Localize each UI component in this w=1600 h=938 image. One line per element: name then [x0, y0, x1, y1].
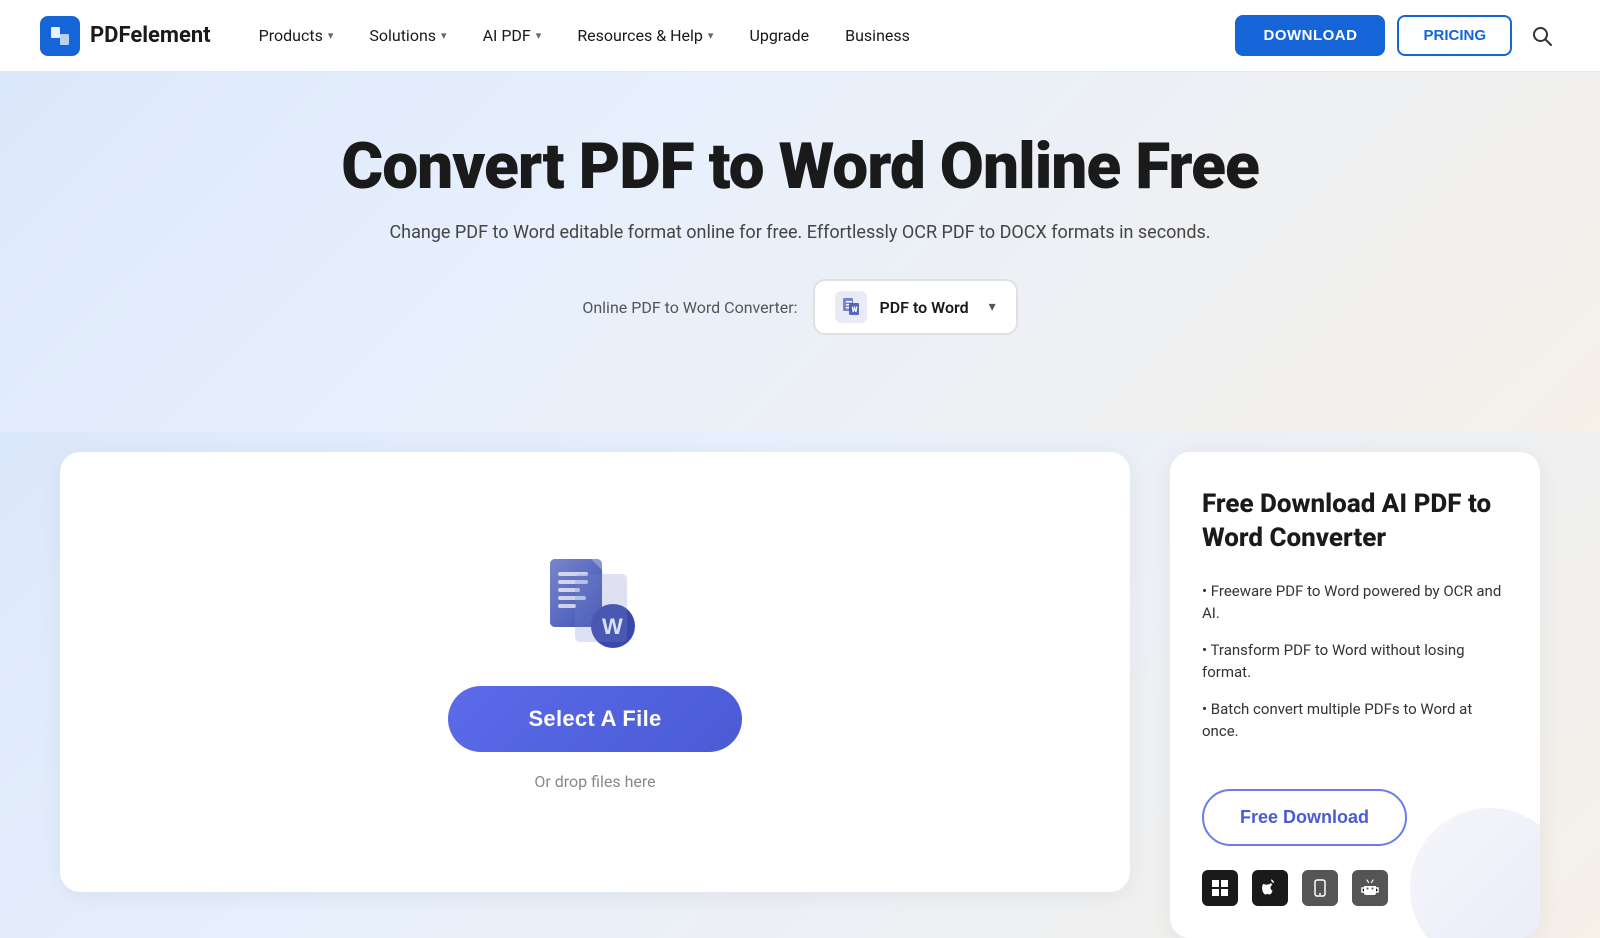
side-card-title: Free Download AI PDF to Word Converter: [1202, 488, 1508, 556]
nav-label-business: Business: [845, 26, 910, 45]
nav-item-business[interactable]: Business: [829, 18, 926, 53]
side-card: Free Download AI PDF to Word Converter F…: [1170, 452, 1540, 938]
chevron-down-icon: ▾: [441, 29, 447, 42]
pdf-word-icon: W: [545, 554, 645, 654]
chevron-down-icon: ▾: [536, 29, 542, 42]
svg-text:W: W: [852, 306, 858, 314]
download-button[interactable]: DOWNLOAD: [1235, 15, 1385, 56]
drop-hint: Or drop files here: [534, 772, 655, 791]
nav-label-upgrade: Upgrade: [749, 26, 809, 45]
search-button[interactable]: [1524, 18, 1560, 54]
ios-icon[interactable]: [1302, 870, 1338, 906]
converter-dropdown[interactable]: W PDF to Word ▾: [813, 279, 1017, 335]
hero-section: Convert PDF to Word Online Free Change P…: [0, 72, 1600, 432]
nav-item-resources[interactable]: Resources & Help ▾: [561, 18, 729, 53]
feature-item-1: Freeware PDF to Word powered by OCR and …: [1202, 580, 1508, 625]
nav-item-products[interactable]: Products ▾: [243, 18, 350, 53]
windows-icon[interactable]: [1202, 870, 1238, 906]
side-panel: Free Download AI PDF to Word Converter F…: [1150, 432, 1540, 938]
nav-label-resources: Resources & Help: [577, 26, 703, 45]
free-download-button[interactable]: Free Download: [1202, 789, 1407, 846]
nav-label-solutions: Solutions: [369, 26, 436, 45]
logo-text: PDFelement: [90, 23, 211, 48]
feature-item-2: Transform PDF to Word without losing for…: [1202, 639, 1508, 684]
converter-chevron-icon: ▾: [989, 299, 996, 315]
select-file-button[interactable]: Select A File: [448, 686, 741, 752]
side-card-decoration: [1410, 808, 1540, 938]
nav-items: Products ▾ Solutions ▾ AI PDF ▾ Resource…: [243, 18, 1236, 53]
logo[interactable]: F PDFelement: [40, 16, 211, 56]
navbar: F PDFelement Products ▾ Solutions ▾ AI P…: [0, 0, 1600, 72]
nav-item-aipdf[interactable]: AI PDF ▾: [467, 18, 558, 53]
nav-item-solutions[interactable]: Solutions ▾: [353, 18, 462, 53]
nav-label-products: Products: [259, 26, 323, 45]
converter-option: PDF to Word: [879, 298, 968, 317]
pricing-button[interactable]: PRICING: [1397, 15, 1512, 56]
android-icon[interactable]: [1352, 870, 1388, 906]
feature-item-3: Batch convert multiple PDFs to Word at o…: [1202, 698, 1508, 743]
nav-item-upgrade[interactable]: Upgrade: [733, 18, 825, 53]
main-content: W Select A File Or drop files here Fr: [0, 432, 1600, 938]
feature-list: Freeware PDF to Word powered by OCR and …: [1202, 580, 1508, 757]
hero-subtitle: Change PDF to Word editable format onlin…: [40, 222, 1560, 243]
nav-label-aipdf: AI PDF: [483, 26, 531, 45]
apple-icon[interactable]: [1252, 870, 1288, 906]
logo-icon: F: [40, 16, 80, 56]
nav-right: DOWNLOAD PRICING: [1235, 15, 1560, 56]
svg-text:F: F: [53, 38, 58, 47]
chevron-down-icon: ▾: [708, 29, 714, 42]
converter-label: Online PDF to Word Converter:: [582, 298, 797, 317]
chevron-down-icon: ▾: [328, 29, 334, 42]
drop-zone-wrap: W Select A File Or drop files here: [60, 432, 1150, 938]
hero-title: Convert PDF to Word Online Free: [40, 132, 1560, 202]
drop-zone[interactable]: W Select A File Or drop files here: [60, 452, 1130, 892]
converter-icon: W: [835, 291, 867, 323]
